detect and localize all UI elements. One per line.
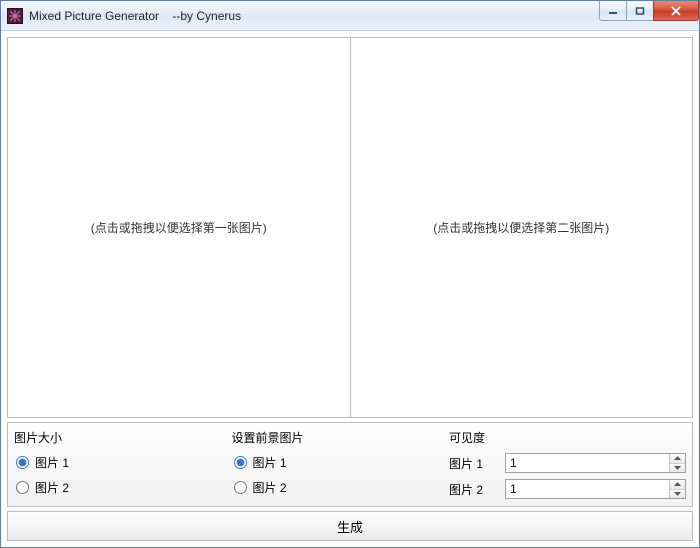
maximize-icon [635, 7, 645, 15]
visibility-input-1[interactable] [506, 454, 669, 472]
app-window: Mixed Picture Generator --by Cynerus (点击… [0, 0, 700, 548]
image-drop-1[interactable]: (点击或拖拽以便选择第一张图片) [8, 38, 350, 417]
visibility-row-2: 图片 2 [449, 478, 686, 500]
group-visibility: 可见度 图片 1 图片 2 [449, 427, 686, 500]
radio-fg-1[interactable]: 图片 1 [232, 452, 446, 473]
close-icon [670, 6, 682, 16]
visibility-spinner-1 [505, 453, 686, 473]
app-icon [7, 8, 23, 24]
chevron-up-icon [674, 456, 681, 460]
radio-size-2[interactable]: 图片 2 [14, 477, 228, 498]
group-foreground: 设置前景图片 图片 1 图片 2 [232, 427, 446, 500]
spinner-2-buttons [669, 480, 685, 498]
radio-fg-2-input[interactable] [234, 481, 247, 494]
radio-size-2-label: 图片 2 [35, 479, 69, 496]
radio-size-1[interactable]: 图片 1 [14, 452, 228, 473]
radio-fg-2-label: 图片 2 [253, 479, 287, 496]
generate-row: 生成 [7, 511, 693, 541]
image-drop-2[interactable]: (点击或拖拽以便选择第二张图片) [351, 38, 693, 417]
group-title-foreground: 设置前景图片 [232, 427, 446, 448]
image-drop-row: (点击或拖拽以便选择第一张图片) (点击或拖拽以便选择第二张图片) [7, 37, 693, 418]
radio-size-2-input[interactable] [16, 481, 29, 494]
group-title-size: 图片大小 [14, 427, 228, 448]
minimize-button[interactable] [599, 1, 627, 21]
radio-size-1-label: 图片 1 [35, 454, 69, 471]
minimize-icon [608, 7, 618, 15]
client-area: (点击或拖拽以便选择第一张图片) (点击或拖拽以便选择第二张图片) 图片大小 图… [1, 31, 699, 547]
options-row: 图片大小 图片 1 图片 2 设置前景图片 图片 1 图片 [7, 422, 693, 507]
radio-fg-1-input[interactable] [234, 456, 247, 469]
chevron-up-icon [674, 482, 681, 486]
visibility-label-1: 图片 1 [449, 455, 497, 472]
visibility-row-1: 图片 1 [449, 452, 686, 474]
group-title-visibility: 可见度 [449, 427, 686, 448]
chevron-down-icon [674, 466, 681, 470]
close-button[interactable] [653, 1, 699, 21]
radio-size-1-input[interactable] [16, 456, 29, 469]
spinner-1-buttons [669, 454, 685, 472]
maximize-button[interactable] [626, 1, 654, 21]
drop-hint-2: (点击或拖拽以便选择第二张图片) [433, 219, 609, 236]
generate-button-label: 生成 [337, 517, 363, 536]
spinner-1-down[interactable] [670, 464, 685, 473]
window-controls [600, 1, 699, 21]
drop-hint-1: (点击或拖拽以便选择第一张图片) [91, 219, 267, 236]
visibility-input-2[interactable] [506, 480, 669, 498]
generate-button[interactable]: 生成 [8, 512, 692, 540]
visibility-spinner-2 [505, 479, 686, 499]
visibility-label-2: 图片 2 [449, 481, 497, 498]
titlebar[interactable]: Mixed Picture Generator --by Cynerus [1, 1, 699, 31]
window-title: Mixed Picture Generator --by Cynerus [29, 9, 241, 23]
spinner-1-up[interactable] [670, 454, 685, 464]
group-image-size: 图片大小 图片 1 图片 2 [14, 427, 228, 500]
chevron-down-icon [674, 492, 681, 496]
radio-fg-2[interactable]: 图片 2 [232, 477, 446, 498]
radio-fg-1-label: 图片 1 [253, 454, 287, 471]
spinner-2-up[interactable] [670, 480, 685, 490]
spinner-2-down[interactable] [670, 490, 685, 499]
